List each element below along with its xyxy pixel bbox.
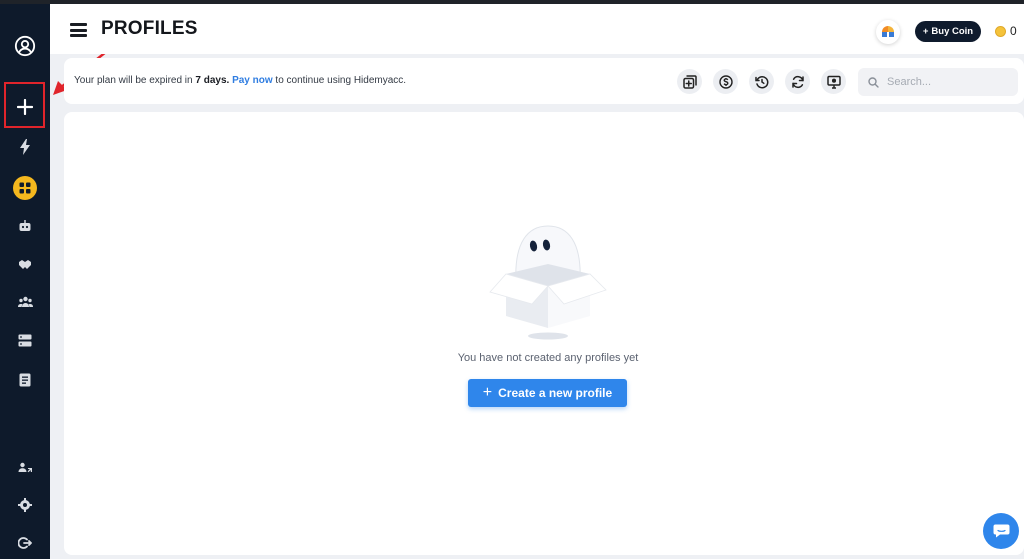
plan-expiry-notice: Your plan will be expired in 7 days. Pay… xyxy=(74,75,406,86)
search-input[interactable] xyxy=(887,76,997,88)
highlight-box xyxy=(4,82,45,128)
create-profile-label: Create a new profile xyxy=(498,386,613,400)
chat-widget-button[interactable] xyxy=(983,513,1019,549)
document-icon[interactable] xyxy=(0,372,50,388)
buy-coin-button[interactable]: + Buy Coin xyxy=(915,21,981,42)
robot-icon[interactable] xyxy=(0,218,50,234)
notice-text-1: Your plan will be expired in xyxy=(74,75,196,86)
logout-icon[interactable] xyxy=(0,535,50,551)
empty-box-ghost-icon xyxy=(489,225,607,340)
coin-icon xyxy=(995,26,1006,37)
profiles-panel: You have not created any profiles yet + … xyxy=(64,112,1024,555)
grid-icon[interactable] xyxy=(0,176,50,200)
notice-bar: Your plan will be expired in 7 days. Pay… xyxy=(64,58,1024,104)
history-icon[interactable] xyxy=(749,69,774,94)
menu-icon[interactable] xyxy=(70,23,87,37)
search-icon xyxy=(868,76,879,88)
header: PROFILES + Buy Coin 0 xyxy=(50,4,1024,54)
search-box xyxy=(858,68,1018,96)
pinwheel-icon[interactable] xyxy=(876,20,900,44)
empty-state-message: You have not created any profiles yet xyxy=(457,352,639,364)
users-switch-icon[interactable] xyxy=(0,460,50,476)
coin-count: 0 xyxy=(1010,24,1017,38)
buy-coin-plus-icon: + xyxy=(922,26,929,37)
create-profile-button[interactable]: + Create a new profile xyxy=(468,379,627,407)
coin-transfer-icon[interactable] xyxy=(713,69,738,94)
chat-icon xyxy=(993,524,1009,538)
refresh-icon[interactable] xyxy=(785,69,810,94)
pay-now-link[interactable]: Pay now xyxy=(232,75,273,86)
add-to-group-icon[interactable] xyxy=(677,69,702,94)
notice-days: 7 days. xyxy=(195,75,230,86)
page-title: PROFILES xyxy=(101,18,198,39)
monitor-icon[interactable] xyxy=(821,69,846,94)
notice-text-2: to continue using Hidemyacc. xyxy=(272,75,407,86)
server-icon[interactable] xyxy=(0,332,50,348)
handshake-icon[interactable] xyxy=(0,256,50,272)
settings-icon[interactable] xyxy=(0,497,50,513)
buy-coin-label: Buy Coin xyxy=(931,26,974,37)
lightning-icon[interactable] xyxy=(0,138,50,156)
team-icon[interactable] xyxy=(0,294,50,310)
create-plus-icon: + xyxy=(482,384,493,401)
